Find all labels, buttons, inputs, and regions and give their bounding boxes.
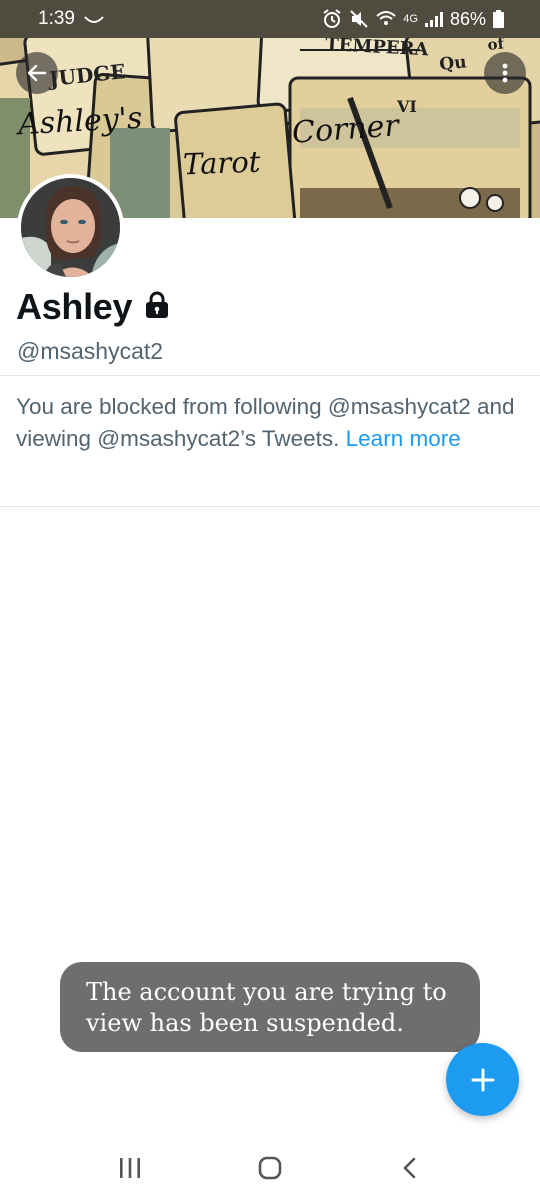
blocked-notice: You are blocked from following @msashyca…	[16, 391, 516, 455]
recent-apps-button[interactable]	[100, 1138, 160, 1198]
notification-icon	[83, 13, 105, 25]
compose-tweet-button[interactable]	[446, 1043, 519, 1116]
divider	[0, 506, 540, 507]
status-bar: 1:39 4G 86%	[0, 0, 540, 38]
lock-icon	[144, 291, 170, 324]
banner-title-word-1: Ashley's	[17, 100, 144, 143]
plus-icon	[471, 1068, 494, 1091]
system-navigation-bar	[0, 1136, 540, 1200]
divider	[0, 375, 540, 376]
back-button[interactable]	[16, 52, 58, 94]
status-right: 4G 86%	[322, 9, 504, 30]
chevron-left-icon	[403, 1157, 416, 1179]
battery-level: 86%	[449, 8, 486, 29]
banner-title-word-3: Corner	[290, 108, 400, 151]
profile-name-row: Ashley	[16, 286, 170, 328]
banner-title-word-2: Tarot	[182, 144, 261, 182]
learn-more-link[interactable]: Learn more	[346, 426, 461, 451]
alarm-icon	[322, 9, 342, 29]
suspended-toast: The account you are trying to view has b…	[60, 962, 480, 1052]
profile-name: Ashley	[16, 286, 133, 327]
battery-icon	[493, 10, 504, 28]
mute-icon	[349, 9, 369, 29]
home-icon	[258, 1156, 282, 1180]
card-label-vi: VI	[396, 97, 417, 116]
toast-message: The account you are trying to view has b…	[86, 978, 447, 1037]
network-type: 4G	[403, 13, 418, 25]
profile-photo	[21, 178, 120, 277]
wifi-icon	[376, 10, 396, 28]
profile-handle: @msashycat2	[17, 338, 164, 364]
more-vertical-icon	[502, 63, 508, 83]
status-time: 1:39	[38, 8, 75, 29]
avatar[interactable]	[17, 174, 124, 281]
home-button[interactable]	[240, 1138, 300, 1198]
signal-icon	[424, 11, 443, 27]
system-back-button[interactable]	[380, 1138, 440, 1198]
recent-apps-icon	[120, 1158, 140, 1178]
status-left: 1:39	[38, 8, 105, 30]
more-options-button[interactable]	[484, 52, 526, 94]
arrow-left-icon	[27, 64, 47, 82]
card-label-queen: Qu	[438, 52, 467, 75]
